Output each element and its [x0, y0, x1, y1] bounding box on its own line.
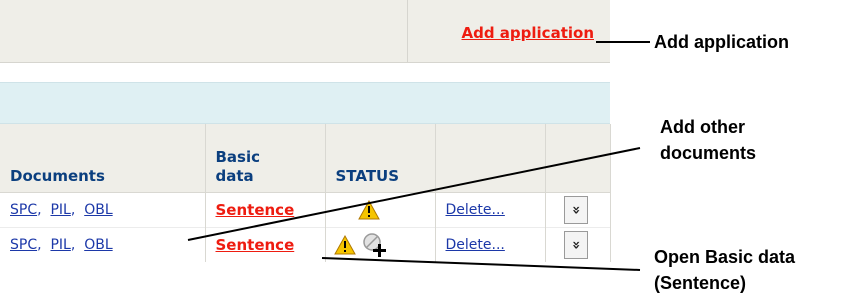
obl-link[interactable]: OBL — [84, 202, 112, 218]
basic-data-cell: Sentence — [205, 192, 326, 228]
add-application-link[interactable]: Add application — [462, 24, 595, 42]
delete-cell: Delete... — [435, 227, 546, 262]
table-caption-band — [0, 82, 610, 124]
header-basic-data: Basic data — [205, 124, 326, 193]
table-header-row: Documents Basic data STATUS — [0, 124, 611, 193]
cursor-busy-icon — [363, 233, 386, 257]
warning-icon — [357, 200, 380, 220]
sentence-link[interactable]: Sentence — [216, 236, 295, 254]
pil-link[interactable]: PIL — [50, 202, 70, 218]
header-expand — [545, 124, 611, 193]
separator: , — [37, 237, 42, 253]
documents-cell: SPC, PIL, OBL — [0, 227, 206, 262]
expand-cell: » — [545, 192, 611, 228]
spc-link[interactable]: SPC — [10, 202, 37, 218]
header-status: STATUS — [325, 124, 436, 193]
delete-link[interactable]: Delete... — [446, 237, 505, 253]
callout-add-other-documents: Add other documents — [660, 117, 757, 163]
table-row: SPC, PIL, OBL Sentence Delete... » — [0, 227, 611, 262]
status-cell — [325, 192, 436, 228]
delete-cell: Delete... — [435, 192, 546, 228]
separator: , — [70, 202, 76, 218]
applications-table: Documents Basic data STATUS SPC, PIL, OB… — [0, 124, 611, 262]
expand-button[interactable]: » — [563, 196, 588, 224]
basic-data-cell: Sentence — [205, 227, 326, 262]
warning-icon — [333, 235, 356, 255]
pil-link[interactable]: PIL — [50, 237, 70, 253]
documents-cell: SPC, PIL, OBL — [0, 192, 206, 228]
separator: , — [37, 202, 42, 218]
obl-link[interactable]: OBL — [84, 237, 112, 253]
sentence-link[interactable]: Sentence — [216, 201, 295, 219]
table-row: SPC, PIL, OBL Sentence Delete... » — [0, 192, 611, 228]
separator: , — [70, 237, 76, 253]
spc-link[interactable]: SPC — [10, 237, 37, 253]
delete-link[interactable]: Delete... — [446, 202, 505, 218]
toolbar-divider — [407, 0, 408, 62]
callout-add-application: Add application — [654, 32, 789, 52]
header-actions — [435, 124, 546, 193]
status-cell — [325, 227, 436, 262]
callout-open-basic-data: Open Basic data (Sentence) — [654, 247, 796, 293]
toolbar: Add application — [0, 0, 610, 63]
expand-cell: » — [545, 227, 611, 262]
expand-button[interactable]: » — [563, 231, 588, 259]
header-documents: Documents — [0, 124, 206, 193]
